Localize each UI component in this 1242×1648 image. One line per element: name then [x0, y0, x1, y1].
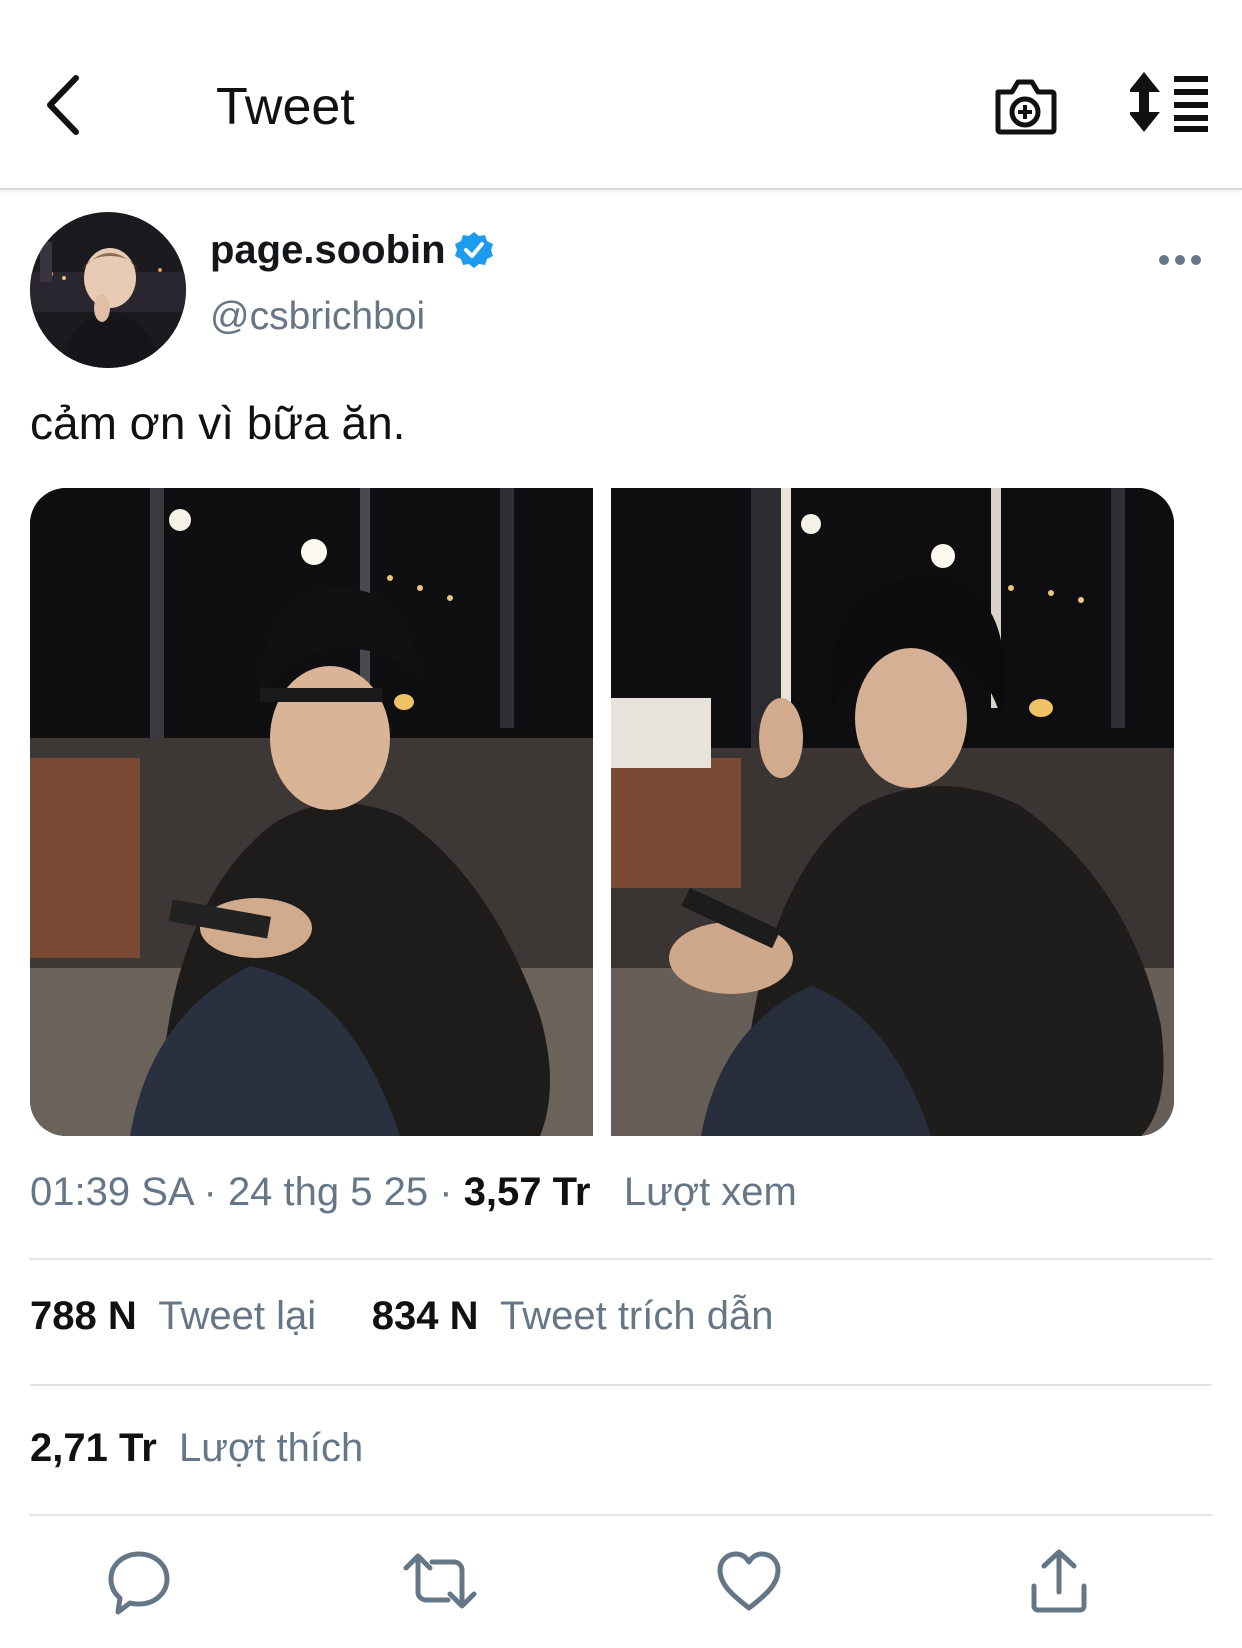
divider — [30, 1384, 1212, 1386]
author-display-name[interactable]: page.soobin — [210, 225, 494, 275]
like-icon — [717, 1551, 781, 1611]
divider — [30, 1514, 1212, 1516]
divider — [30, 1258, 1212, 1260]
tweet-photo-1[interactable] — [30, 488, 593, 1136]
likes-label: Lượt thích — [179, 1426, 364, 1470]
tweet-photo-2[interactable] — [611, 488, 1174, 1136]
share-button[interactable] — [1024, 1546, 1094, 1616]
share-icon — [1031, 1549, 1087, 1613]
retweets-count: 788 N — [30, 1294, 137, 1338]
quotes-label: Tweet trích dẫn — [499, 1294, 774, 1338]
tweet-date: 24 thg 5 25 — [227, 1170, 429, 1214]
tweet-time: 01:39 SA — [30, 1170, 193, 1214]
sort-button[interactable] — [1128, 72, 1208, 132]
retweets-label: Tweet lại — [158, 1294, 317, 1338]
meta-separator: · — [203, 1170, 228, 1214]
engagement-row: 788 N Tweet lại 834 N Tweet trích dẫn — [30, 1286, 773, 1346]
avatar[interactable] — [30, 212, 186, 368]
like-button[interactable] — [714, 1546, 784, 1616]
display-name-text: page.soobin — [210, 228, 446, 272]
meta-separator: · — [439, 1170, 464, 1214]
photo-image — [30, 488, 593, 1136]
top-bar: Tweet — [0, 0, 1242, 190]
more-options-button[interactable] — [1156, 248, 1204, 272]
back-icon — [47, 75, 79, 135]
reply-button[interactable] — [104, 1546, 174, 1616]
likes-count: 2,71 Tr — [30, 1426, 157, 1470]
views-label: Lượt xem — [623, 1170, 797, 1214]
avatar-image — [30, 212, 186, 368]
action-bar — [0, 1546, 1242, 1626]
quotes-count: 834 N — [371, 1294, 479, 1338]
page-title: Tweet — [216, 78, 355, 136]
tweet-meta: 01:39 SA · 24 thg 5 25 · 3,57 Tr Lượt xe… — [30, 1162, 797, 1222]
retweets-stat[interactable]: 788 N Tweet lại — [30, 1294, 327, 1338]
sort-icon — [1128, 72, 1208, 132]
tweet-text: cảm ơn vì bữa ăn. — [30, 397, 406, 449]
stat-gap — [327, 1294, 360, 1338]
verified-icon — [454, 232, 493, 268]
back-button[interactable] — [40, 70, 90, 140]
author-handle[interactable]: @csbrichboi — [210, 292, 425, 342]
photo-image — [611, 488, 1174, 1136]
likes-stat[interactable]: 2,71 Tr Lượt thích — [30, 1418, 363, 1478]
retweet-icon — [403, 1553, 477, 1609]
camera-add-icon — [995, 79, 1057, 135]
camera-button[interactable] — [992, 72, 1058, 136]
quotes-stat[interactable]: 834 N Tweet trích dẫn — [372, 1294, 774, 1338]
tweet-media — [30, 488, 1174, 1136]
more-icon — [1159, 255, 1201, 265]
retweet-button[interactable] — [402, 1546, 478, 1616]
views-spacer — [602, 1170, 613, 1214]
reply-icon — [108, 1551, 170, 1615]
views-count: 3,57 Tr — [463, 1170, 591, 1214]
